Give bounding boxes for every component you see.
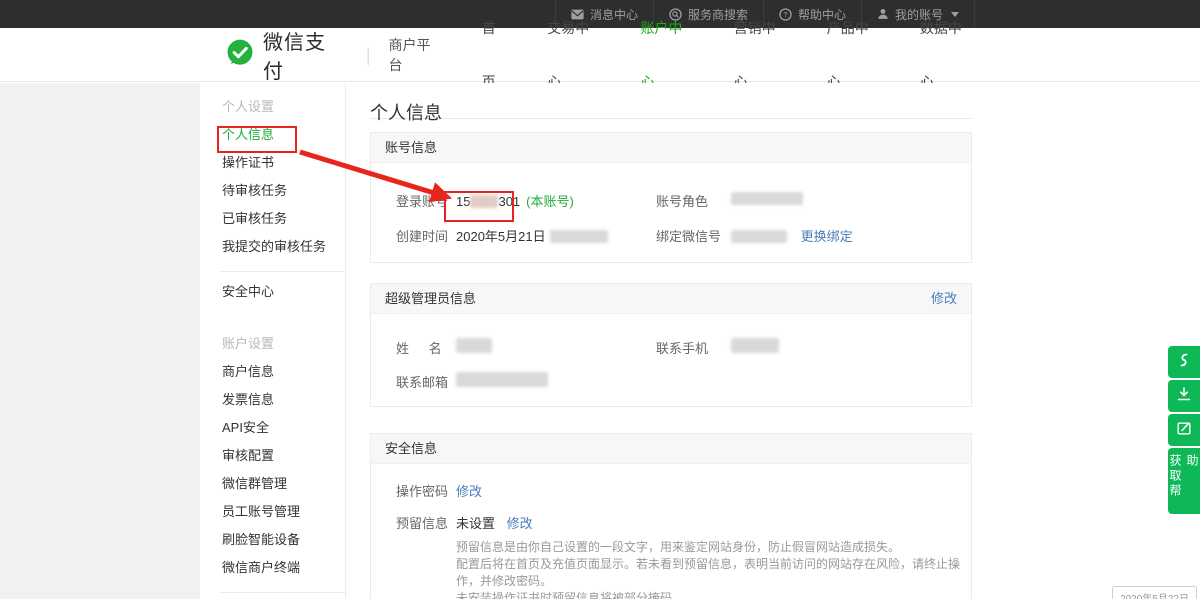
brand[interactable]: 微信支付 | 商户平台 [225,26,444,84]
redacted-role [731,192,803,205]
reserve-desc-line3: 未安装操作证书时预留信息将被部分掩码。 [456,590,971,599]
brand-divider: | [366,45,371,66]
date-tooltip: 2020年5月22日 [1112,586,1197,599]
reserve-info-value: 未设置 修改 [456,513,533,532]
reserve-info-label: 预留信息 [396,513,448,532]
account-info-section: 账号信息 登录账号 15301(本账号) 账号角色 创建时间 2020年5月21… [370,132,972,263]
brand-name: 微信支付 [263,26,346,84]
security-info-header: 安全信息 [385,434,437,463]
left-gutter [0,83,200,599]
floating-action-bar: 获取帮助 [1168,346,1200,514]
reserve-desc-line2: 配置后将在首页及充值页面显示。若未看到预留信息，表明当前访问的网站存在风险，请终… [456,556,971,590]
sidebar-item-face-smart-device[interactable]: 刷脸智能设备 [200,526,345,554]
security-info-section: 安全信息 操作密码 修改 预留信息 未设置 修改 预留信息是由你自己设置的一段文… [370,433,972,599]
sidebar-item-invoice-info[interactable]: 发票信息 [200,386,345,414]
sidebar-item-pending-review-tasks[interactable]: 待审核任务 [200,177,345,205]
wechat-pay-logo-icon [225,38,255,73]
contact-phone-value [731,338,779,354]
sidebar-item-operation-certificate[interactable]: 操作证书 [200,149,345,177]
sidebar-section-personal-settings: 个人设置 [200,93,345,121]
redacted-admin-name [456,338,492,353]
contact-email-label: 联系邮箱 [396,372,448,391]
sidebar-item-review-config[interactable]: 审核配置 [200,442,345,470]
brand-portal-label: 商户平台 [389,35,444,75]
login-account-value: 15301(本账号) [456,191,574,210]
reserve-info-edit-link[interactable]: 修改 [507,516,533,531]
feedback-button[interactable] [1168,414,1200,446]
operation-password-edit-link[interactable]: 修改 [456,484,482,499]
login-account-label: 登录账号 [396,191,448,210]
page-body: 个人设置 个人信息 操作证书 待审核任务 已审核任务 我提交的审核任务 安全中心… [0,83,1200,599]
page-title: 个人信息 [370,83,972,118]
hotline-icon [1176,352,1192,373]
sidebar: 个人设置 个人信息 操作证书 待审核任务 已审核任务 我提交的审核任务 安全中心… [200,83,346,599]
super-admin-section: 超级管理员信息 修改 姓 名 联系手机 联系邮箱 [370,283,972,407]
sidebar-item-reviewed-tasks[interactable]: 已审核任务 [200,205,345,233]
contact-email-value [456,372,548,388]
created-time-value: 2020年5月21日 [456,226,608,245]
redacted-created-extra [550,230,608,243]
sidebar-divider [220,592,345,593]
get-help-button[interactable]: 获取帮助 [1168,448,1200,514]
account-role-label: 账号角色 [656,191,708,210]
operation-password-label: 操作密码 [396,481,448,500]
admin-name-value [456,338,492,354]
contact-phone-label: 联系手机 [656,338,708,357]
bound-wechat-value: 更换绑定 [731,226,853,245]
admin-name-label: 姓 名 [396,338,450,357]
sidebar-item-api-security[interactable]: API安全 [200,414,345,442]
reserve-desc-line1: 预留信息是由你自己设置的一段文字，用来鉴定网站身份，防止假冒网站造成损失。 [456,539,971,556]
sidebar-item-security-center[interactable]: 安全中心 [200,278,345,306]
edit-icon [1176,420,1192,441]
sidebar-item-merchant-info[interactable]: 商户信息 [200,358,345,386]
sidebar-item-wechat-group-mgmt[interactable]: 微信群管理 [200,470,345,498]
redacted-login-middle [470,195,498,208]
sidebar-divider [220,271,345,272]
reserve-info-description: 预留信息是由你自己设置的一段文字，用来鉴定网站身份，防止假冒网站造成损失。 配置… [456,539,971,599]
redacted-admin-phone [731,338,779,353]
super-admin-header: 超级管理员信息 [385,284,476,313]
download-icon [1176,386,1192,407]
account-role-value [731,191,803,206]
current-account-tag: (本账号) [526,194,574,209]
redacted-wechat-id [731,230,787,243]
download-button[interactable] [1168,380,1200,412]
redacted-admin-email [456,372,548,387]
super-admin-edit-link[interactable]: 修改 [931,284,957,313]
sidebar-section-account-settings: 账户设置 [200,330,345,358]
main-content: 个人信息 账号信息 登录账号 15301(本账号) 账号角色 创建时间 2020… [370,83,972,599]
sidebar-item-staff-account-mgmt[interactable]: 员工账号管理 [200,498,345,526]
sidebar-item-wechat-merchant-terminal[interactable]: 微信商户终端 [200,554,345,582]
title-divider [370,118,972,119]
sidebar-item-personal-info[interactable]: 个人信息 [200,121,345,149]
bound-wechat-label: 绑定微信号 [656,226,721,245]
header: 微信支付 | 商户平台 首页 交易中心 账户中心 营销中心 产品中心 数据中心 [0,28,1200,82]
sidebar-item-my-submitted-tasks[interactable]: 我提交的审核任务 [200,233,345,261]
hotline-button[interactable] [1168,346,1200,378]
wechat-pay-merchant-portal: 消息中心 服务商搜索 ? 帮助中心 我的账号 [0,0,1200,599]
rebind-link[interactable]: 更换绑定 [801,229,853,244]
created-time-label: 创建时间 [396,226,448,245]
account-info-header: 账号信息 [385,133,437,162]
